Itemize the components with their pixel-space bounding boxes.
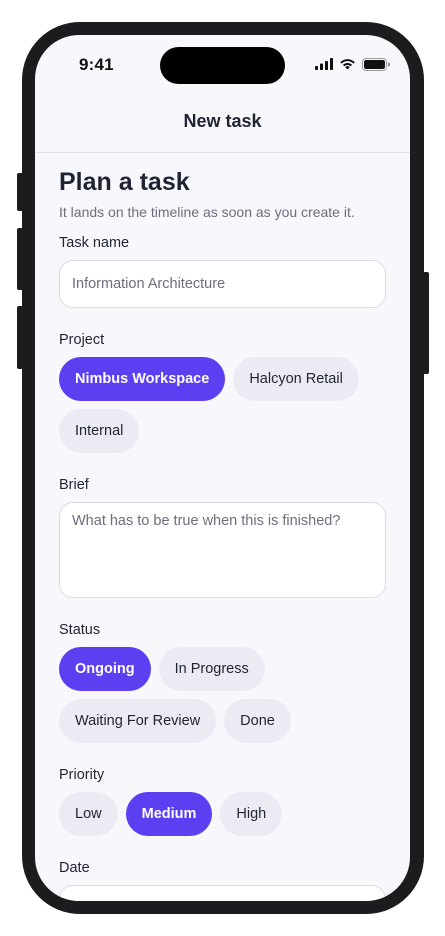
battery-icon — [362, 57, 390, 71]
status-chip-waiting-for-review[interactable]: Waiting For Review — [59, 699, 217, 743]
priority-label: Priority — [59, 767, 105, 783]
nav-bar: New task — [35, 89, 410, 153]
brief-textarea[interactable] — [60, 503, 385, 597]
date-field[interactable] — [59, 885, 386, 901]
project-label: Project — [59, 332, 105, 348]
priority-chip-group: Low Medium High — [59, 792, 399, 836]
project-chip-halcyon-retail[interactable]: Halcyon Retail — [233, 357, 359, 401]
status-chip-ongoing[interactable]: Ongoing — [59, 647, 151, 691]
page-title: Plan a task — [59, 168, 190, 196]
page-subtitle: It lands on the timeline as soon as you … — [59, 204, 355, 220]
status-bar: 9:41 — [35, 35, 410, 89]
task-name-input[interactable] — [60, 261, 385, 307]
project-chip-group: Nimbus Workspace Halcyon Retail Internal — [59, 357, 399, 453]
project-chip-nimbus-workspace[interactable]: Nimbus Workspace — [59, 357, 226, 401]
status-icons — [315, 57, 390, 71]
status-time: 9:41 — [79, 55, 114, 74]
project-chip-internal[interactable]: Internal — [59, 409, 140, 453]
date-label: Date — [59, 860, 90, 876]
brief-field-wrapper — [59, 502, 386, 598]
priority-chip-low[interactable]: Low — [59, 792, 118, 836]
task-name-field-wrapper — [59, 260, 386, 308]
cellular-signal-icon — [315, 58, 333, 70]
status-chip-in-progress[interactable]: In Progress — [158, 647, 265, 691]
priority-chip-medium[interactable]: Medium — [125, 792, 213, 836]
status-chip-group: Ongoing In Progress Waiting For Review D… — [59, 647, 399, 743]
task-name-label: Task name — [59, 235, 130, 251]
dynamic-island — [160, 47, 285, 84]
brief-label: Brief — [59, 477, 89, 493]
screen: 9:41 New task Plan a task It lands on th… — [35, 35, 410, 901]
priority-chip-high[interactable]: High — [220, 792, 283, 836]
status-label: Status — [59, 622, 101, 638]
nav-title: New task — [183, 111, 262, 131]
wifi-icon — [340, 59, 355, 70]
status-chip-done[interactable]: Done — [224, 699, 291, 743]
